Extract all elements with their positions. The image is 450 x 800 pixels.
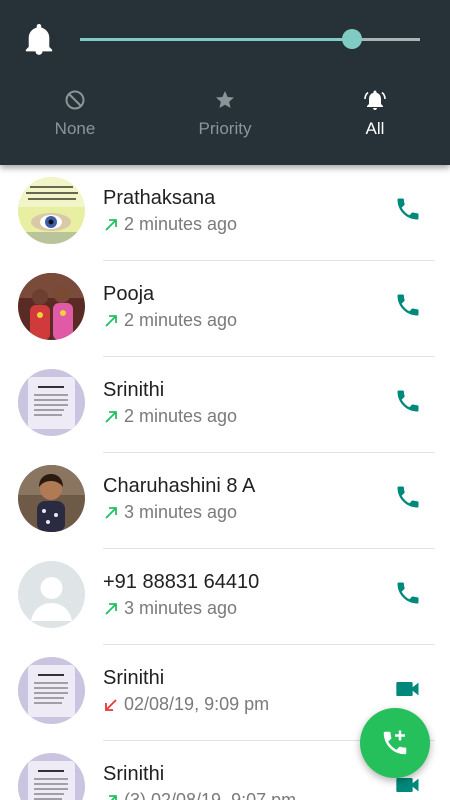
call-time: 2 minutes ago [124,214,238,234]
volume-panel: None Priority All [0,0,450,165]
volume-slider-track[interactable] [352,38,420,41]
voice-call-icon[interactable] [394,483,422,511]
contact-name: Srinithi [103,667,165,689]
call-time: 3 minutes ago [124,598,238,618]
contact-name: Prathaksana [103,187,216,209]
outgoing-call-arrow-icon [105,314,117,327]
outgoing-call-arrow-icon [105,218,117,231]
avatar[interactable] [18,273,85,340]
contact-name: Pooja [103,283,155,305]
call-time: 2 minutes ago [124,310,238,330]
default-contact-avatar[interactable] [18,561,85,628]
contact-name: Srinithi [103,379,165,401]
call-detail: 3 minutes ago [103,502,237,523]
call-log-list: Prathaksana 2 minutes ago Pooja 2 minute… [0,165,450,800]
avatar[interactable] [18,465,85,532]
volume-slider-thumb[interactable] [342,29,362,49]
contact-name: +91 88831 64410 [103,571,260,593]
call-log-row[interactable]: Prathaksana 2 minutes ago [0,165,450,261]
call-log-row[interactable]: +91 88831 64410 3 minutes ago [0,549,450,645]
mode-priority-label: Priority [198,119,252,138]
missed-call-arrow-icon [105,698,117,711]
call-detail: 2 minutes ago [103,310,237,331]
mode-priority[interactable]: Priority [150,85,300,150]
mode-none-label: None [54,119,96,138]
call-detail: 3 minutes ago [103,598,237,619]
bell-ringing-icon [364,90,386,110]
call-time: 02/08/19, 9:09 pm [124,694,270,714]
call-log-row[interactable]: Charuhashini 8 A 3 minutes ago [0,453,450,549]
new-call-icon [383,730,407,755]
call-time: 2 minutes ago [124,406,238,426]
avatar[interactable] [18,657,85,724]
call-log-row[interactable]: Pooja 2 minutes ago [0,261,450,357]
outgoing-call-arrow-icon [105,410,117,423]
voice-call-icon[interactable] [394,579,422,607]
mode-none[interactable]: None [0,85,150,150]
interruption-modes: None Priority All [0,85,450,150]
mode-all[interactable]: All [300,85,450,150]
bell-icon[interactable] [25,24,53,56]
contact-name: Srinithi [103,763,165,785]
call-time: 3 minutes ago [124,502,238,522]
voice-call-icon[interactable] [394,195,422,223]
voice-call-icon[interactable] [394,387,422,415]
video-call-icon[interactable] [394,675,422,703]
avatar[interactable] [18,177,85,244]
do-not-disturb-icon [65,90,85,110]
new-call-button[interactable] [360,708,430,778]
avatar[interactable] [18,369,85,436]
mode-all-label: All [365,119,385,138]
call-detail: 2 minutes ago [103,214,237,235]
call-detail: 2 minutes ago [103,406,237,427]
call-time: (3) 02/08/19, 9:07 pm [124,790,297,800]
contact-name: Charuhashini 8 A [103,475,256,497]
outgoing-call-arrow-icon [105,506,117,519]
volume-slider-filled[interactable] [80,38,352,41]
call-detail: (3) 02/08/19, 9:07 pm [103,790,296,800]
outgoing-call-arrow-icon [109,794,117,800]
avatar[interactable] [18,753,85,800]
outgoing-call-arrow-icon [105,602,117,615]
voice-call-icon[interactable] [394,291,422,319]
star-icon [216,91,234,108]
call-log-row[interactable]: Srinithi 2 minutes ago [0,357,450,453]
call-detail: 02/08/19, 9:09 pm [103,694,269,715]
